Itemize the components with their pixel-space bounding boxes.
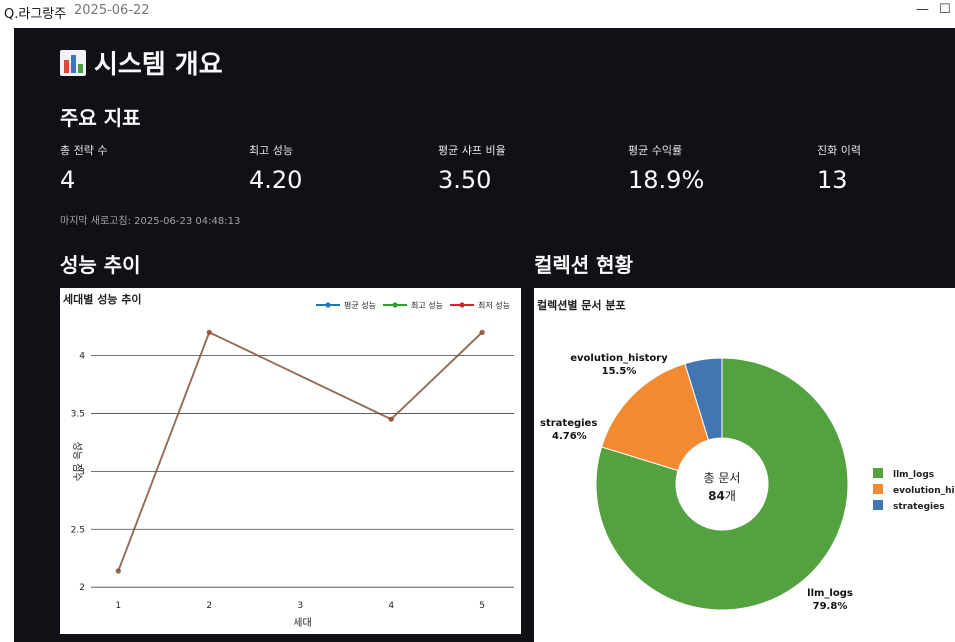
metric-best-performance: 최고 성능 4.20 <box>249 142 302 194</box>
dashboard-panel: 시스템 개요 주요 지표 총 전략 수 4 최고 성능 4.20 평균 샤프 비… <box>14 28 955 642</box>
x-tick-label: 3 <box>297 601 303 611</box>
metric-label: 최고 성능 <box>249 144 293 157</box>
x-tick-label: 4 <box>388 601 394 611</box>
window-title: Q.라그랑주 <box>4 7 67 22</box>
metric-value: 4.20 <box>249 166 303 194</box>
line-chart-svg: 세대별 성능 추이 22.533.541 2 3 4 5세대성능 점수평균 성능 최고 성… <box>63 292 514 629</box>
donut-chart-svg: 컬렉션별 문서 분포 총 문서 84개 llm_logs 79.8% evolution… <box>537 298 955 612</box>
collection-section-title: 컬렉션 현황 <box>534 253 633 277</box>
data-point <box>115 568 121 574</box>
legend-label: llm_logs <box>893 470 934 480</box>
window-date: 2025-06-22 <box>74 3 150 18</box>
series-line <box>117 331 483 572</box>
line-chart-title: 세대별 성능 추이 <box>63 292 142 306</box>
legend-label: 최고 성능 <box>411 300 443 310</box>
legend-swatch <box>873 484 883 494</box>
slice-label: llm_logs <box>807 588 853 599</box>
slice-percent: 4.76% <box>552 431 587 442</box>
metric-evolution-history: 진화 이력 13 <box>817 142 861 194</box>
last-refresh-caption: 마지막 새로고침: 2025-06-23 04:48:13 <box>60 216 241 227</box>
y-tick-label: 2.5 <box>71 525 85 535</box>
x-tick-label: 2 <box>206 601 212 611</box>
metric-label: 진화 이력 <box>817 144 861 157</box>
data-point <box>206 329 212 335</box>
x-tick-label: 5 <box>479 601 485 611</box>
donut-center-value: 84개 <box>708 489 736 503</box>
metrics-section-title: 주요 지표 <box>60 106 141 130</box>
metric-label: 평균 샤프 비율 <box>438 144 506 157</box>
data-point <box>388 416 394 422</box>
metric-label: 총 전략 수 <box>60 144 108 157</box>
legend-swatch <box>873 500 883 510</box>
legend-label: strategies <box>893 502 945 512</box>
page-title-text: 시스템 개요 <box>94 50 223 80</box>
collection-donut-chart[interactable]: 컬렉션별 문서 분포 총 문서 84개 llm_logs 79.8% evolution… <box>534 288 955 642</box>
slice-label: strategies <box>540 418 597 429</box>
legend-label: 최저 성능 <box>478 300 510 310</box>
y-tick-label: 3.5 <box>71 409 85 419</box>
legend-marker <box>459 302 465 308</box>
bar-chart-icon <box>60 49 86 76</box>
metric-avg-sharpe: 평균 샤프 비율 3.50 <box>438 142 506 194</box>
slice-percent: 79.8% <box>813 601 848 612</box>
metric-avg-return: 평균 수익률 18.9% <box>628 142 704 194</box>
window-titlebar: Q.라그랑주 2025-06-22 — ☐ <box>0 0 955 26</box>
donut-center-label: 총 문서 <box>704 471 741 485</box>
metric-value: 18.9% <box>628 166 705 194</box>
slice-percent: 15.5% <box>602 366 637 377</box>
data-point <box>479 329 485 335</box>
metric-value: 13 <box>817 166 848 194</box>
series-line <box>117 331 483 572</box>
slice-label: evolution_history <box>570 353 668 364</box>
x-tick-label: 1 <box>115 601 121 611</box>
performance-line-chart[interactable]: 세대별 성능 추이 2 2.5 3 3.5 4 1 2 3 4 5 세대 성능 점수 평균 성능 최고 성… <box>60 288 521 634</box>
x-axis-label: 세대 <box>293 617 311 629</box>
y-tick-label: 2 <box>79 583 85 593</box>
metric-value: 3.50 <box>438 166 492 194</box>
series-line <box>117 331 483 572</box>
metric-value: 4 <box>60 166 76 194</box>
y-axis-label: 성능 점수 <box>71 442 83 482</box>
metric-total-strategies: 총 전략 수 4 <box>60 142 107 194</box>
maximize-button[interactable]: ☐ <box>939 2 951 17</box>
minimize-button[interactable]: — <box>916 2 929 17</box>
page-title: 시스템 개요 <box>60 44 223 81</box>
legend-swatch <box>873 468 883 478</box>
legend-label: 평균 성능 <box>344 300 376 310</box>
legend-marker <box>325 302 331 308</box>
donut-chart-title: 컬렉션별 문서 분포 <box>537 298 626 312</box>
y-tick-label: 4 <box>79 351 85 361</box>
metric-label: 평균 수익률 <box>628 144 683 157</box>
performance-section-title: 성능 추이 <box>60 253 141 277</box>
legend-label: evolution_hi <box>893 486 955 496</box>
legend-marker <box>392 302 398 308</box>
